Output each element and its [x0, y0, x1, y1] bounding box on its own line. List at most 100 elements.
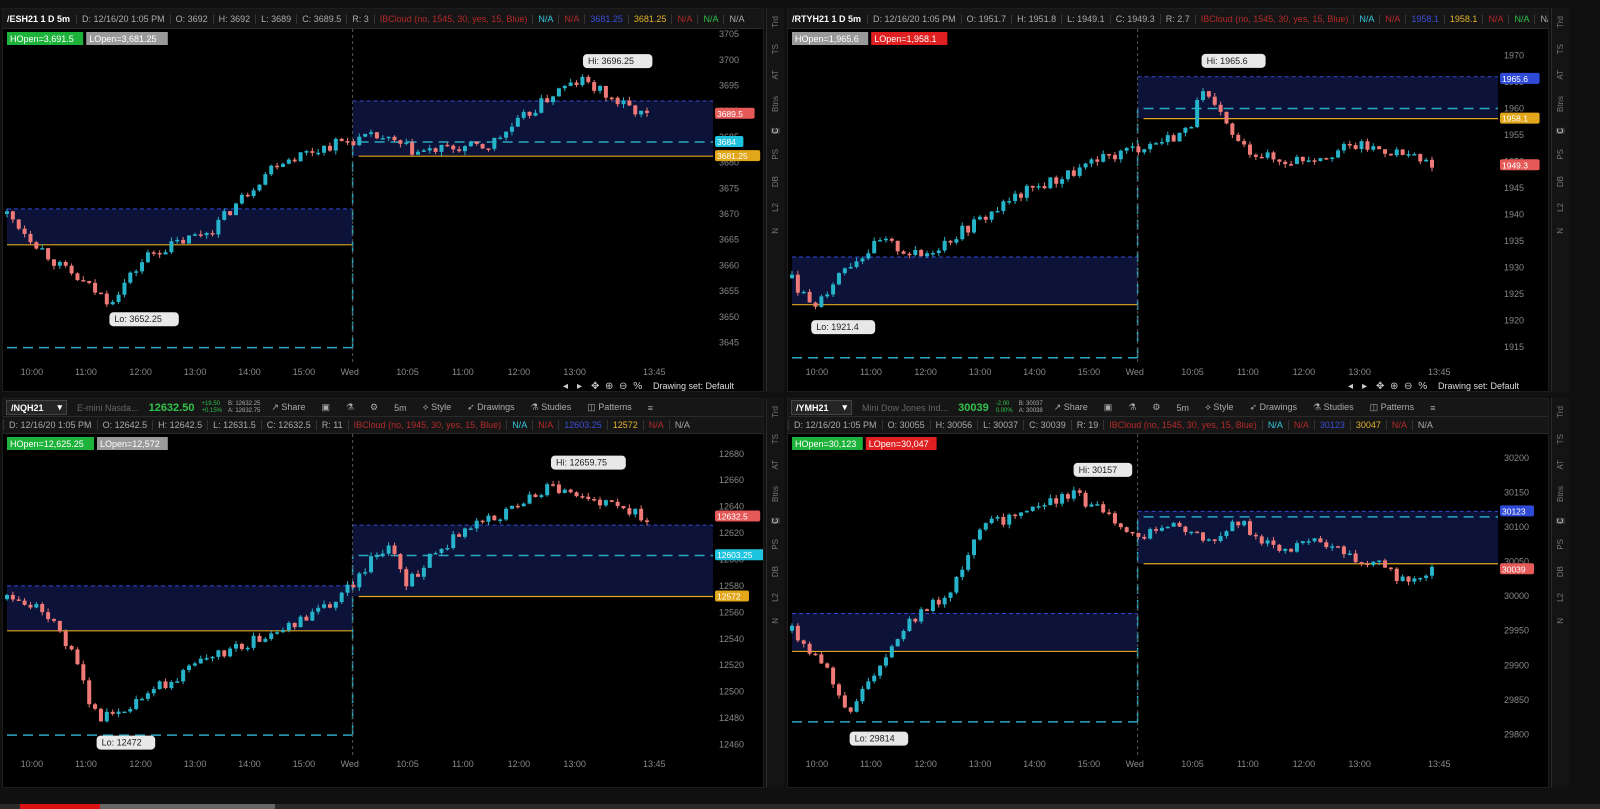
interval-button[interactable]: 5m	[386, 403, 415, 413]
footer-tool-icon[interactable]: ▸	[1362, 381, 1367, 392]
sidebar-tab-trd[interactable]: Trd	[771, 16, 780, 28]
sidebar-tab-trd[interactable]: Trd	[771, 406, 780, 418]
drawings-button[interactable]: ➶ Drawings	[459, 402, 523, 413]
menu-icon[interactable]: ≡	[1422, 403, 1443, 413]
sidebar-tab-btns[interactable]: Btns	[1556, 96, 1565, 112]
price-axis[interactable]: 1268012660126401262012600125801256012540…	[715, 449, 764, 750]
drawings-button[interactable]: ➶ Drawings	[1241, 402, 1305, 413]
symbol-selector[interactable]: /NQH21 ▾	[6, 400, 68, 415]
sidebar-tab-db[interactable]: DB	[1556, 566, 1565, 577]
chart-footer[interactable]: ◂ ▸ ✥ ⊕ ⊖% Drawing set: Default	[1348, 381, 1520, 392]
footer-tool-icon[interactable]: %	[1418, 381, 1428, 392]
sidebar-tab-db[interactable]: DB	[1556, 176, 1565, 187]
flask-icon[interactable]: ⚗	[338, 402, 362, 413]
gear-icon[interactable]: ⚙	[1144, 402, 1168, 413]
candle-body	[374, 132, 379, 139]
sidebar-tab-at[interactable]: AT	[771, 70, 780, 80]
gear-icon[interactable]: ⚙	[362, 402, 386, 413]
menu-icon[interactable]: ≡	[640, 403, 661, 413]
side-tabs-top-right[interactable]: Trd TS AT Btns C PS DB L2 N	[1551, 8, 1569, 392]
price-axis[interactable]: 3020030150301003005030000299502990029850…	[1500, 453, 1534, 739]
style-button[interactable]: ⟡ Style	[1197, 402, 1241, 413]
sidebar-tab-trd[interactable]: Trd	[1556, 406, 1565, 418]
sidebar-tab-c[interactable]: C	[1556, 127, 1565, 134]
footer-tool-icon[interactable]: ▸	[577, 381, 582, 392]
sidebar-tab-c[interactable]: C	[771, 127, 780, 134]
footer-tool-icon[interactable]: ⊕	[1390, 381, 1398, 392]
footer-tool-icon[interactable]: ⊖	[1404, 381, 1412, 392]
sidebar-tab-trd[interactable]: Trd	[1556, 16, 1565, 28]
share-button[interactable]: ↗ Share	[263, 402, 313, 413]
footer-tool-icon[interactable]: ◂	[563, 381, 568, 392]
symbol-label[interactable]: /ESH21 1 D 5m	[3, 14, 76, 24]
time-axis[interactable]: 10:00 11:00 12:00 13:00 14:00 15:00 Wed 10:05 11…	[21, 367, 666, 377]
chart-panel-nq[interactable]: /NQH21 ▾ E-mini Nasda... 12632.50 +19.50 +0.1…	[2, 398, 764, 788]
screenshot-icon[interactable]: ▣	[1096, 402, 1121, 413]
candle-body	[1230, 123, 1235, 135]
footer-tool-icon[interactable]: ⊕	[605, 381, 613, 392]
price-axis[interactable]: 3705370036953690368536803675367036653660…	[715, 29, 761, 347]
time-axis[interactable]: 10:00 11:00 12:00 13:00 14:00 15:00 Wed 10:05 11…	[21, 759, 666, 769]
sidebar-tab-n[interactable]: N	[771, 228, 780, 234]
time-axis[interactable]: 10:00 11:00 12:00 13:00 14:00 15:00 Wed 10:05 11…	[806, 367, 1451, 377]
price-chart[interactable]: Hi: 1965.6Lo: 1921.419701965196019551950…	[788, 29, 1549, 392]
sidebar-tab-at[interactable]: AT	[1556, 460, 1565, 470]
time-axis[interactable]: 10:00 11:00 12:00 13:00 14:00 15:00 Wed 10:05 11…	[806, 759, 1451, 769]
footer-tool-icon[interactable]: ✥	[1376, 381, 1384, 392]
sidebar-tab-n[interactable]: N	[1556, 618, 1565, 624]
sidebar-tab-ps[interactable]: PS	[771, 539, 780, 550]
drawing-set-label[interactable]: Drawing set: Default	[1438, 381, 1520, 391]
chart-panel-ym[interactable]: /YMH21 ▾ Mini Dow Jones Ind... 30039 -2.00 0.…	[787, 398, 1549, 788]
candle-body	[995, 210, 1000, 213]
sidebar-tab-n[interactable]: N	[1556, 228, 1565, 234]
footer-tool-icon[interactable]: ◂	[1348, 381, 1353, 392]
chart-panel-rty[interactable]: /RTYH21 1 D 5m D: 12/16/20 1:05 PM O: 1951…	[787, 8, 1549, 392]
price-chart[interactable]: Hi: 30157Lo: 298143020030150301003005030…	[788, 434, 1549, 788]
video-progress-bar[interactable]	[0, 804, 1600, 809]
footer-tool-icon[interactable]: ✥	[591, 381, 599, 392]
sidebar-tab-c[interactable]: C	[771, 517, 780, 524]
sidebar-tab-btns[interactable]: Btns	[771, 96, 780, 112]
drawing-set-label[interactable]: Drawing set: Default	[653, 381, 735, 391]
interval-button[interactable]: 5m	[1168, 403, 1197, 413]
sidebar-tab-n[interactable]: N	[771, 618, 780, 624]
studies-button[interactable]: ⚗ Studies	[1305, 402, 1362, 413]
sidebar-tab-ps[interactable]: PS	[1556, 539, 1565, 550]
style-button[interactable]: ⟡ Style	[415, 402, 459, 413]
sidebar-tab-ts[interactable]: TS	[771, 434, 780, 444]
patterns-button[interactable]: ◫ Patterns	[579, 402, 640, 413]
side-tabs-bottom-right[interactable]: Trd TS AT Btns C PS DB L2 N	[1551, 398, 1569, 788]
sidebar-tab-at[interactable]: AT	[1556, 70, 1565, 80]
price-chart[interactable]: Hi: 3696.25Lo: 3652.25370537003695369036…	[3, 29, 764, 392]
side-tabs-top-left[interactable]: Trd TS AT Btns C PS DB L2 N	[766, 8, 784, 392]
sidebar-tab-ps[interactable]: PS	[1556, 149, 1565, 160]
price-chart[interactable]: Hi: 12659.75 Lo: 12472 12680 12660 12640 1262…	[3, 434, 764, 788]
symbol-selector[interactable]: /YMH21 ▾	[791, 400, 853, 415]
sidebar-tab-l2[interactable]: L2	[771, 203, 780, 212]
sidebar-tab-db[interactable]: DB	[771, 566, 780, 577]
patterns-button[interactable]: ◫ Patterns	[1362, 402, 1423, 413]
sidebar-tab-btns[interactable]: Btns	[1556, 486, 1565, 502]
sidebar-tab-ps[interactable]: PS	[771, 149, 780, 160]
sidebar-tab-ts[interactable]: TS	[771, 44, 780, 54]
studies-button[interactable]: ⚗ Studies	[523, 402, 580, 413]
sidebar-tab-l2[interactable]: L2	[1556, 203, 1565, 212]
share-button[interactable]: ↗ Share	[1046, 402, 1096, 413]
sidebar-tab-db[interactable]: DB	[771, 176, 780, 187]
sidebar-tab-ts[interactable]: TS	[1556, 434, 1565, 444]
chart-footer[interactable]: ◂ ▸ ✥ ⊕ ⊖% Drawing set: Default	[563, 381, 735, 392]
sidebar-tab-ts[interactable]: TS	[1556, 44, 1565, 54]
sidebar-tab-l2[interactable]: L2	[1556, 593, 1565, 602]
sidebar-tab-at[interactable]: AT	[771, 460, 780, 470]
price-axis[interactable]: 1970196519601955195019451940193519301925…	[1500, 51, 1540, 353]
footer-tool-icon[interactable]: ⊖	[619, 381, 627, 392]
chart-panel-es[interactable]: /ESH21 1 D 5m D: 12/16/20 1:05 PM O: 3692 H…	[2, 8, 764, 392]
flask-icon[interactable]: ⚗	[1120, 402, 1144, 413]
screenshot-icon[interactable]: ▣	[313, 402, 338, 413]
footer-tool-icon[interactable]: %	[633, 381, 643, 392]
symbol-label[interactable]: /RTYH21 1 D 5m	[788, 14, 867, 24]
side-tabs-bottom-left[interactable]: Trd TS AT Btns C PS DB L2 N	[766, 398, 784, 788]
sidebar-tab-btns[interactable]: Btns	[771, 486, 780, 502]
sidebar-tab-l2[interactable]: L2	[771, 593, 780, 602]
sidebar-tab-c[interactable]: C	[1556, 517, 1565, 524]
